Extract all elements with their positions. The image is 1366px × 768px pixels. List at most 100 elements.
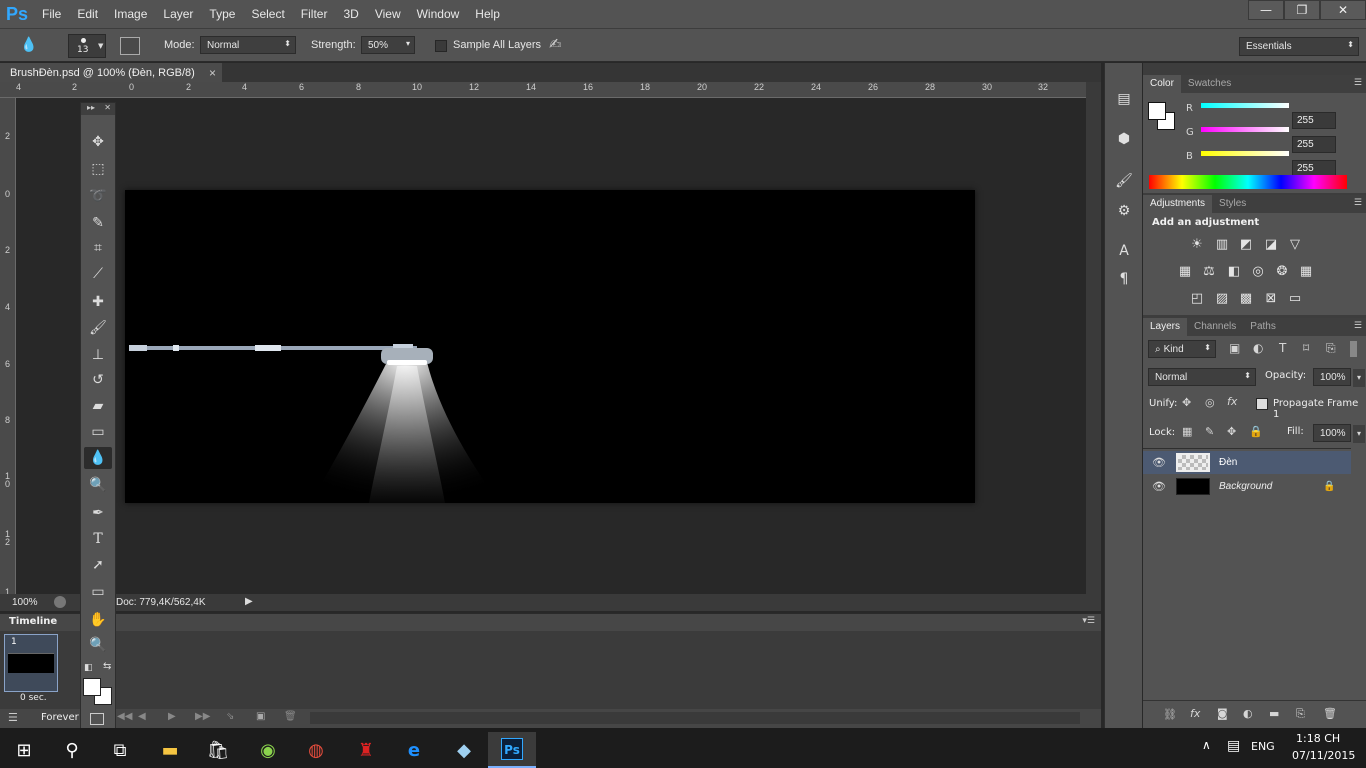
- character-panel-icon[interactable]: A: [1114, 241, 1134, 261]
- clock-date[interactable]: 07/11/2015: [1292, 749, 1355, 762]
- tool-presets-icon[interactable]: ⚙: [1114, 201, 1134, 221]
- swap-colors-icon[interactable]: ⇆: [103, 661, 111, 672]
- menu-filter[interactable]: Filter: [293, 0, 336, 28]
- brightness-contrast-icon[interactable]: ☀: [1188, 235, 1206, 253]
- tab-paths[interactable]: Paths: [1243, 318, 1283, 336]
- photo-filter-icon[interactable]: ◎: [1249, 262, 1267, 280]
- store-icon[interactable]: 🛍: [194, 732, 242, 768]
- color-balance-icon[interactable]: ⚖: [1200, 262, 1218, 280]
- tab-styles[interactable]: Styles: [1212, 195, 1253, 213]
- dodge-tool-icon[interactable]: 🔍: [84, 474, 112, 496]
- unify-style-icon[interactable]: fx: [1227, 395, 1237, 408]
- brush-presets-icon[interactable]: 🖌: [1114, 171, 1134, 191]
- red-value[interactable]: 255: [1292, 112, 1336, 129]
- blur-tool-icon[interactable]: 💧: [84, 447, 112, 469]
- color-fg-swatch[interactable]: [1148, 102, 1166, 120]
- minimize-button[interactable]: —: [1248, 0, 1284, 20]
- menu-file[interactable]: File: [34, 0, 69, 28]
- timeline-options-icon[interactable]: ☰: [8, 711, 18, 724]
- red-slider[interactable]: [1201, 103, 1289, 108]
- hand-tool-icon[interactable]: ✋: [84, 609, 112, 631]
- selective-color-icon[interactable]: ⊠: [1262, 289, 1280, 307]
- strength-input[interactable]: 50% ▾: [361, 36, 415, 54]
- green-slider[interactable]: [1201, 127, 1289, 132]
- tab-layers[interactable]: Layers: [1143, 318, 1188, 336]
- layer-name[interactable]: Đèn: [1219, 457, 1237, 468]
- lock-image-icon[interactable]: ✎: [1205, 425, 1214, 438]
- vertical-scrollbar[interactable]: [1086, 82, 1101, 594]
- new-frame-icon[interactable]: ▣: [256, 711, 265, 722]
- curves-icon[interactable]: ◩: [1237, 235, 1255, 253]
- clock-time[interactable]: 1:18 CH: [1296, 732, 1340, 745]
- eyedropper-tool-icon[interactable]: ⟋: [84, 263, 112, 285]
- color-spectrum-ramp[interactable]: [1149, 175, 1347, 189]
- play-icon[interactable]: ▶: [168, 711, 176, 722]
- move-tool-icon[interactable]: ✥: [84, 131, 112, 153]
- history-brush-tool-icon[interactable]: ↺: [84, 369, 112, 391]
- new-layer-icon[interactable]: ⎘: [1296, 707, 1305, 721]
- blue-slider[interactable]: [1201, 151, 1289, 156]
- windows-start-icon[interactable]: ⊞: [0, 732, 48, 768]
- crop-tool-icon[interactable]: ⌗: [84, 237, 112, 259]
- propagate-frame-checkbox[interactable]: [1256, 398, 1268, 410]
- menu-select[interactable]: Select: [243, 0, 292, 28]
- document-tab[interactable]: BrushĐèn.psd @ 100% (Đèn, RGB/8) ×: [0, 63, 222, 82]
- exposure-icon[interactable]: ◪: [1262, 235, 1280, 253]
- panel-menu-icon[interactable]: ☰: [1354, 321, 1362, 331]
- tween-icon[interactable]: ⇘: [226, 711, 234, 722]
- menu-image[interactable]: Image: [106, 0, 155, 28]
- foreground-color-swatch[interactable]: [83, 678, 101, 696]
- rectangle-tool-icon[interactable]: ▭: [84, 581, 112, 603]
- opacity-input[interactable]: 100%: [1313, 368, 1351, 386]
- menu-window[interactable]: Window: [409, 0, 468, 28]
- first-frame-icon[interactable]: ◀◀: [117, 711, 132, 722]
- share-icon[interactable]: [54, 596, 66, 608]
- utility-app-icon[interactable]: ◉: [244, 732, 292, 768]
- loop-select[interactable]: Forever: [41, 712, 79, 723]
- brush-panel-icon[interactable]: [120, 37, 140, 55]
- chevron-down-icon[interactable]: ▾: [1353, 369, 1365, 387]
- zoom-tool-icon[interactable]: 🔍: [84, 634, 112, 656]
- notes-app-icon[interactable]: ◆: [440, 732, 488, 768]
- quick-select-tool-icon[interactable]: ✎: [84, 212, 112, 234]
- close-window-button[interactable]: ✕: [1320, 0, 1366, 20]
- layer-row-background[interactable]: 👁 Background 🔒: [1143, 475, 1351, 498]
- link-layers-icon[interactable]: ⛓: [1163, 708, 1177, 721]
- layer-name[interactable]: Background: [1219, 481, 1272, 492]
- chevron-up-icon[interactable]: ∧: [1202, 738, 1211, 752]
- 3d-panel-icon[interactable]: ⬢: [1114, 129, 1134, 149]
- workspace-select[interactable]: Essentials ⬍: [1239, 37, 1359, 56]
- menu-view[interactable]: View: [367, 0, 409, 28]
- levels-icon[interactable]: ▥: [1213, 235, 1231, 253]
- brush-size-picker[interactable]: 13 ▼: [68, 34, 106, 58]
- eye-icon[interactable]: 👁: [1152, 456, 1166, 469]
- scrollbar-track[interactable]: [310, 712, 1080, 724]
- layer-row-den[interactable]: 👁 Đèn: [1143, 451, 1351, 474]
- delete-layer-icon[interactable]: 🗑: [1323, 707, 1337, 720]
- eraser-tool-icon[interactable]: ▰: [84, 395, 112, 417]
- chevron-down-icon[interactable]: ▾: [1353, 425, 1365, 443]
- prev-frame-icon[interactable]: ◀: [138, 711, 146, 722]
- play-arrow-icon[interactable]: ▶: [245, 596, 253, 607]
- posterize-icon[interactable]: ▨: [1213, 289, 1231, 307]
- path-selection-tool-icon[interactable]: ➚: [84, 554, 112, 576]
- vibrance-icon[interactable]: ▽: [1286, 235, 1304, 253]
- gradient-tool-icon[interactable]: ▭: [84, 421, 112, 443]
- file-explorer-icon[interactable]: ▬: [146, 732, 194, 768]
- new-adjustment-icon[interactable]: ◐: [1243, 707, 1253, 720]
- close-tab-icon[interactable]: ×: [209, 66, 216, 80]
- history-panel-icon[interactable]: ▤: [1114, 89, 1134, 109]
- filter-type-icon[interactable]: T: [1279, 341, 1286, 355]
- restore-button[interactable]: ❐: [1284, 0, 1320, 20]
- filter-toggle[interactable]: [1350, 341, 1357, 357]
- gradient-map-icon[interactable]: ▭: [1286, 289, 1304, 307]
- chrome-icon[interactable]: ◍: [292, 732, 340, 768]
- menu-type[interactable]: Type: [201, 0, 243, 28]
- green-value[interactable]: 255: [1292, 136, 1336, 153]
- healing-brush-tool-icon[interactable]: ✚: [84, 291, 112, 313]
- unify-visibility-icon[interactable]: ◎: [1205, 396, 1215, 409]
- sample-all-layers-checkbox[interactable]: [435, 40, 447, 52]
- search-icon[interactable]: ⚲: [48, 732, 96, 768]
- color-lookup-icon[interactable]: ▦: [1297, 262, 1315, 280]
- language-indicator[interactable]: ENG: [1251, 740, 1275, 753]
